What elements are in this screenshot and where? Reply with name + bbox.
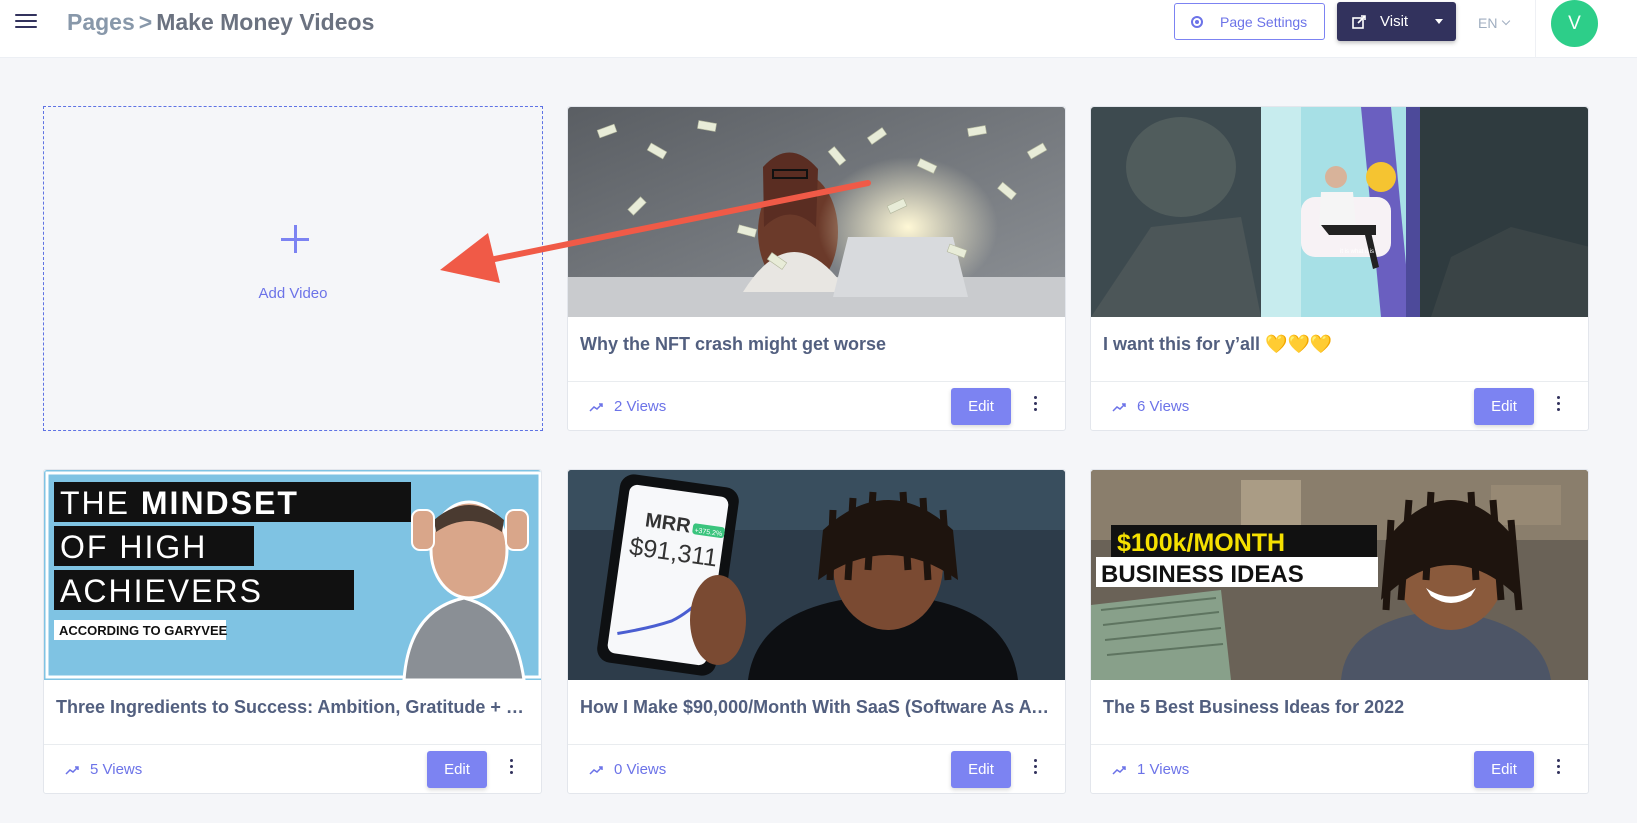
page-title: Make Money Videos (156, 9, 375, 35)
edit-button[interactable]: Edit (427, 751, 487, 788)
views-label: 0 Views (614, 761, 667, 778)
edit-button[interactable]: Edit (1474, 751, 1534, 788)
video-card: it is what it is I want this for y’all 💛… (1090, 106, 1589, 431)
video-thumbnail[interactable]: THE MINDSET OF HIGH ACHIEVERS ACCORDING … (44, 470, 541, 680)
thumb-text-line2: BUSINESS IDEAS (1101, 561, 1304, 588)
views-label: 5 Views (90, 761, 143, 778)
video-card: Why the NFT crash might get worse 2 View… (567, 106, 1066, 431)
views-count: 1 Views (1112, 761, 1189, 778)
page-settings-button[interactable]: Page Settings (1174, 3, 1325, 40)
card-footer: 0 Views Edit (568, 744, 1065, 795)
video-title[interactable]: I want this for y’all 💛💛💛 (1103, 334, 1575, 355)
more-options-icon[interactable] (1028, 759, 1042, 781)
svg-text:THE MINDSET: THE MINDSET (60, 485, 299, 521)
video-thumbnail[interactable]: MRR +375.2% $91,311 (568, 470, 1065, 680)
visit-dropdown-caret-icon[interactable] (1435, 19, 1443, 24)
breadcrumb: Pages > Make Money Videos (67, 9, 374, 36)
video-card: THE MINDSET OF HIGH ACHIEVERS ACCORDING … (43, 469, 542, 794)
top-navbar: Pages > Make Money Videos Page Settings Vi… (0, 0, 1637, 58)
thumbnail-caption: it is what it is (1340, 249, 1374, 255)
trending-up-icon (1112, 402, 1126, 412)
video-card: MRR +375.2% $91,311 How I Make $90,000/M… (567, 469, 1066, 794)
card-footer: 5 Views Edit (44, 744, 541, 795)
chevron-down-icon (1502, 16, 1511, 26)
edit-button[interactable]: Edit (951, 388, 1011, 425)
trending-up-icon (589, 765, 603, 775)
card-footer: 6 Views Edit (1091, 381, 1588, 432)
video-thumbnail[interactable] (568, 107, 1065, 317)
add-video-card[interactable]: Add Video (43, 106, 543, 431)
thumb-text-the: THE (60, 485, 141, 521)
thumb-text-mindset: MINDSET (141, 485, 299, 521)
video-title[interactable]: How I Make $90,000/Month With SaaS (Soft… (580, 697, 1052, 718)
views-label: 2 Views (614, 398, 667, 415)
thumb-text-line3: ACHIEVERS (60, 573, 263, 609)
edit-button[interactable]: Edit (1474, 388, 1534, 425)
video-thumbnail[interactable]: $100k/MONTH BUSINESS IDEAS (1091, 470, 1588, 680)
edit-button[interactable]: Edit (951, 751, 1011, 788)
add-video-label: Add Video (258, 285, 328, 302)
more-options-icon[interactable] (1551, 759, 1565, 781)
trending-up-icon (1112, 765, 1126, 775)
card-footer: 1 Views Edit (1091, 744, 1588, 795)
video-title[interactable]: Three Ingredients to Success: Ambition, … (56, 697, 528, 718)
views-label: 1 Views (1137, 761, 1190, 778)
views-count: 5 Views (65, 761, 142, 778)
user-avatar[interactable]: V (1551, 0, 1598, 47)
views-label: 6 Views (1137, 398, 1190, 415)
video-thumbnail[interactable]: it is what it is (1091, 107, 1588, 317)
more-options-icon[interactable] (1028, 396, 1042, 418)
thumb-text-line4: ACCORDING TO GARYVEE (59, 623, 228, 638)
hamburger-menu-icon[interactable] (15, 14, 37, 32)
external-link-icon (1352, 14, 1366, 29)
more-options-icon[interactable] (504, 759, 518, 781)
thumb-text-line2: OF HIGH (60, 529, 207, 565)
views-count: 6 Views (1112, 398, 1189, 415)
trending-up-icon (589, 402, 603, 412)
breadcrumb-separator: > (138, 9, 153, 35)
video-card: $100k/MONTH BUSINESS IDEAS The 5 Best Bu… (1090, 469, 1589, 794)
thumb-text-line1: $100k/MONTH (1117, 529, 1285, 557)
language-label: EN (1478, 15, 1498, 31)
trending-up-icon (65, 765, 79, 775)
visit-label: Visit (1380, 13, 1409, 30)
breadcrumb-pages-link[interactable]: Pages (67, 9, 135, 35)
more-options-icon[interactable] (1551, 396, 1565, 418)
video-title[interactable]: The 5 Best Business Ideas for 2022 (1103, 697, 1575, 718)
language-selector[interactable]: EN (1478, 15, 1511, 31)
page-settings-label: Page Settings (1220, 13, 1308, 30)
views-count: 2 Views (589, 398, 666, 415)
video-title[interactable]: Why the NFT crash might get worse (580, 334, 1052, 355)
card-footer: 2 Views Edit (568, 381, 1065, 432)
settings-icon (1191, 15, 1203, 28)
visit-button[interactable]: Visit (1337, 2, 1456, 41)
header-divider (1535, 0, 1536, 58)
plus-icon (281, 225, 309, 253)
views-count: 0 Views (589, 761, 666, 778)
